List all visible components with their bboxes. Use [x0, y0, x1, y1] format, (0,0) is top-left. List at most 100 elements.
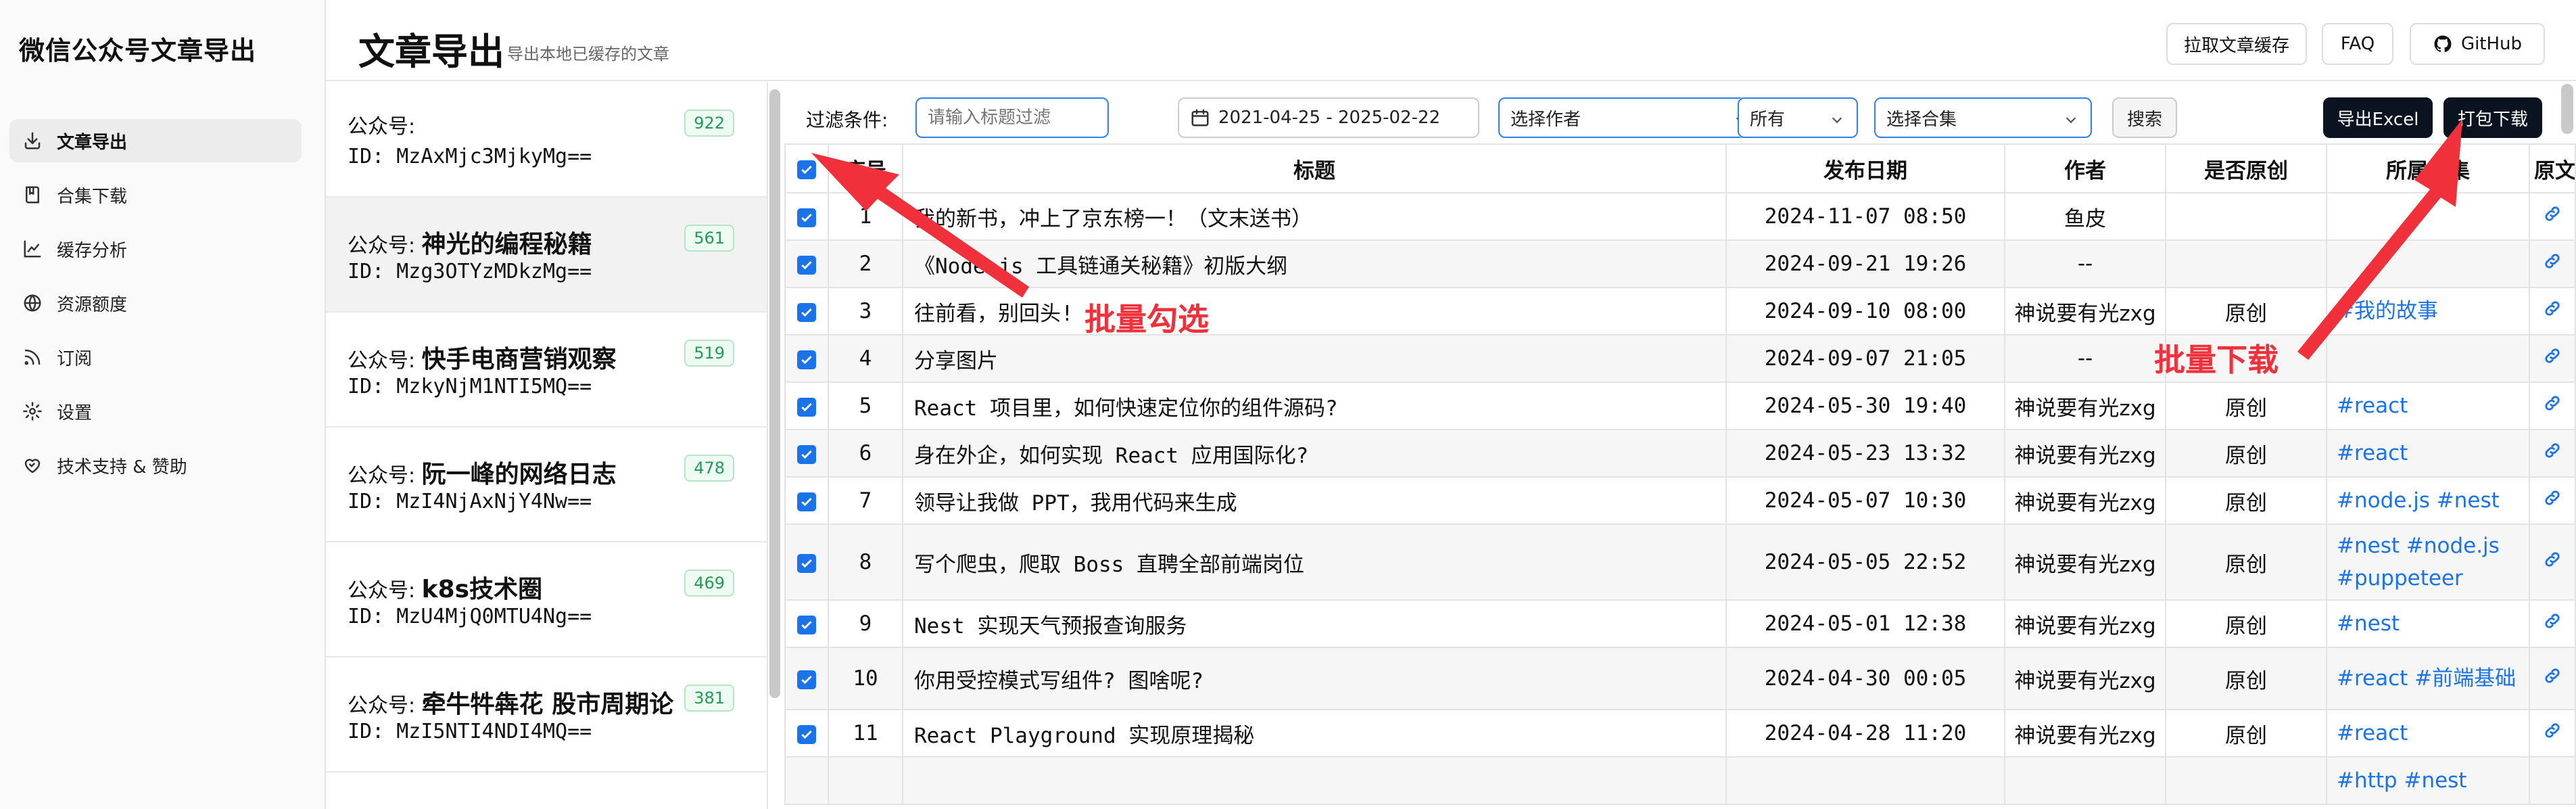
link-icon[interactable] [2543, 252, 2562, 271]
article-count-badge: 469 [684, 570, 734, 597]
original-link-cell[interactable] [2529, 287, 2576, 336]
row-checkbox[interactable] [797, 553, 816, 573]
original-link-cell[interactable] [2529, 599, 2576, 648]
search-button[interactable]: 搜索 [2112, 97, 2177, 138]
faq-button[interactable]: FAQ [2322, 23, 2393, 65]
link-icon[interactable] [2543, 299, 2562, 318]
checkbox-cell[interactable] [784, 334, 829, 383]
checkbox-cell[interactable] [784, 382, 829, 430]
title-filter-input[interactable] [915, 97, 1109, 138]
account-item[interactable]: 公众号: 神光的编程秘籍 ID: Mzg3OTYzMDkzMg== 561 [326, 198, 767, 313]
link-icon[interactable] [2543, 488, 2562, 507]
original-flag: 原创 [2165, 429, 2327, 478]
article-author: 神说要有光zxg [2004, 709, 2166, 758]
author-select[interactable]: 选择作者 [1498, 97, 1762, 138]
account-id: ID: MzU4MjQ0MTU4Ng== [348, 605, 592, 628]
nav-item-subscribe[interactable]: 订阅 [9, 336, 302, 379]
checkbox-cell[interactable] [784, 709, 829, 758]
collection-select[interactable]: 选择合集 [1874, 97, 2092, 138]
faq-label: FAQ [2340, 34, 2375, 54]
row-checkbox[interactable] [797, 444, 816, 464]
col-header[interactable]: 原文 [2529, 143, 2576, 193]
table-scrollbar[interactable] [2561, 84, 2573, 134]
nav-item-support[interactable]: 技术支持 & 赞助 [9, 444, 302, 487]
original-link-cell[interactable] [2529, 709, 2576, 758]
link-icon[interactable] [2543, 394, 2562, 413]
account-item[interactable]: 公众号: 快手电商营销观察 ID: MzkyNjM1NTI5MQ== 519 [326, 313, 767, 427]
row-checkbox[interactable] [797, 397, 816, 417]
table-row: 7 领导让我做 PPT，我用代码来生成 2024-05-07 10:30 神说要有光z… [784, 476, 2576, 525]
row-checkbox[interactable] [797, 615, 816, 634]
col-header[interactable]: 所属合集 [2326, 143, 2530, 193]
article-title: React 项目里，如何快速定位你的组件源码? [902, 382, 1727, 430]
original-link-cell[interactable] [2529, 476, 2576, 525]
row-checkbox[interactable] [797, 208, 816, 227]
row-checkbox[interactable] [797, 670, 816, 689]
account-item[interactable]: 公众号: ID: MzAxMjc3MjkyMg== 922 [326, 83, 767, 198]
original-flag: 原创 [2165, 524, 2327, 601]
checkbox-cell[interactable] [784, 476, 829, 525]
original-select[interactable]: 所有 [1738, 97, 1858, 138]
pack-download-button[interactable]: 打包下载 [2443, 97, 2542, 138]
nav-item-article-export[interactable]: 文章导出 [9, 119, 302, 162]
original-link-cell[interactable] [2529, 429, 2576, 478]
col-header[interactable]: 是否原创 [2165, 143, 2327, 193]
table-row: 10 你用受控模式写组件? 图啥呢? 2024-04-30 00:05 神说要有光zx… [784, 647, 2576, 710]
checkbox-cell[interactable] [784, 599, 829, 648]
col-header[interactable]: 标题 [902, 143, 1727, 193]
row-checkbox[interactable] [797, 724, 816, 744]
nav-item-resource-quota[interactable]: 资源额度 [9, 281, 302, 325]
original-link-cell[interactable] [2529, 524, 2576, 601]
original-link-cell[interactable] [2529, 192, 2576, 241]
col-header[interactable]: 作者 [2004, 143, 2166, 193]
fetch-cache-label: 拉取文章缓存 [2183, 35, 2289, 56]
link-icon[interactable] [2543, 441, 2562, 460]
gear-icon [20, 399, 45, 423]
checkbox-cell[interactable] [784, 524, 829, 601]
original-link-cell[interactable] [2529, 382, 2576, 430]
row-checkbox[interactable] [797, 302, 816, 322]
nav-item-cache-analysis[interactable]: 缓存分析 [9, 227, 302, 271]
checkbox-cell[interactable] [784, 239, 829, 288]
github-button[interactable]: GitHub [2410, 23, 2545, 65]
account-list-scrollbar[interactable] [769, 89, 780, 698]
checkbox-cell[interactable] [784, 756, 829, 805]
fetch-cache-button[interactable]: 拉取文章缓存 [2166, 23, 2307, 65]
nav-item-settings[interactable]: 设置 [9, 390, 302, 433]
article-author: 鱼皮 [2004, 192, 2166, 241]
link-icon[interactable] [2543, 666, 2562, 685]
annotation-batch-download: 批量下载 [2154, 342, 2279, 378]
row-checkbox[interactable] [797, 350, 816, 369]
nav-label: 订阅 [57, 348, 93, 369]
checkbox-cell[interactable] [784, 647, 829, 710]
account-item[interactable]: 公众号: k8s技术圈 ID: MzU4MjQ0MTU4Ng== 469 [326, 542, 767, 657]
link-icon[interactable] [2543, 721, 2562, 740]
account-item[interactable]: 公众号: 阮一峰的网络日志 ID: MzI4NjAxNjY4Nw== 478 [326, 427, 767, 542]
link-icon[interactable] [2543, 611, 2562, 630]
link-icon[interactable] [2543, 204, 2562, 223]
link-icon[interactable] [2543, 346, 2562, 365]
original-link-cell[interactable] [2529, 239, 2576, 288]
original-link-cell[interactable] [2529, 334, 2576, 383]
collection-tags: #react [2326, 709, 2530, 758]
checkbox-cell[interactable] [784, 287, 829, 336]
original-link-cell[interactable] [2529, 756, 2576, 805]
nav-item-collection-download[interactable]: 合集下载 [9, 173, 302, 216]
date-range-picker[interactable]: 2021-04-25 - 2025-02-22 [1178, 97, 1479, 138]
row-checkbox[interactable] [797, 492, 816, 511]
export-excel-button[interactable]: 导出Excel [2323, 97, 2433, 138]
nav-label: 资源额度 [57, 294, 128, 315]
row-checkbox[interactable] [797, 255, 816, 275]
col-header[interactable]: 发布日期 [1725, 143, 2005, 193]
select-all-cell[interactable] [784, 143, 829, 193]
checkbox-cell[interactable] [784, 429, 829, 478]
col-header[interactable]: 序号 [828, 143, 903, 193]
link-icon[interactable] [2543, 550, 2562, 569]
select-all-checkbox[interactable] [797, 160, 816, 179]
original-link-cell[interactable] [2529, 647, 2576, 710]
checkbox-cell[interactable] [784, 192, 829, 241]
publish-date: 2024-05-07 10:30 [1725, 476, 2005, 525]
export-excel-label: 导出Excel [2337, 109, 2419, 130]
account-item[interactable]: 公众号: 牵牛牪犇花 股市周期论 ID: MzI5NTI4NDI4MQ== 38… [326, 657, 767, 772]
github-icon [2433, 34, 2453, 54]
